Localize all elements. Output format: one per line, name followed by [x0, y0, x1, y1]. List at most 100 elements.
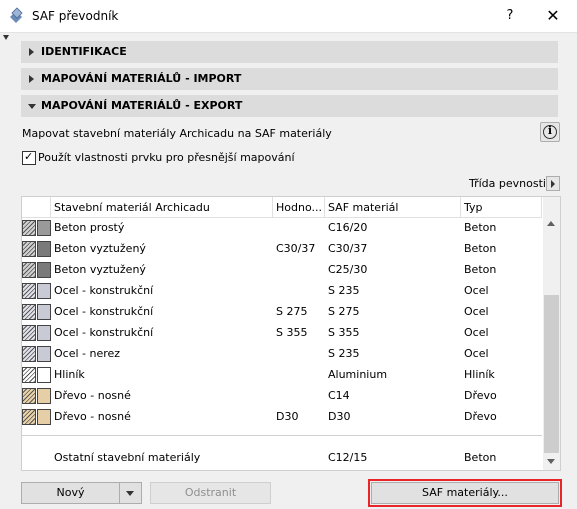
type-cell: Ocel: [464, 326, 489, 339]
table-row[interactable]: Ocel - konstrukční S 355 S 355 Ocel: [22, 322, 542, 343]
checkbox-label: Použít vlastnosti prvku pro přesnější ma…: [38, 151, 295, 164]
column-header-value[interactable]: Hodno...: [276, 201, 322, 214]
table-row[interactable]: Dřevo - nosné C14 Dřevo: [22, 385, 542, 406]
saf-cell: S 355: [328, 326, 360, 339]
table-row-other[interactable]: Ostatní stavební materiály C12/15 Beton: [22, 447, 542, 468]
value-cell: S 355: [276, 326, 308, 339]
saf-cell: C16/20: [328, 221, 368, 234]
sort-label: Třída pevnosti: [469, 177, 546, 190]
row-separator: [22, 435, 542, 436]
saf-cell: C14: [328, 389, 350, 402]
info-button[interactable]: i: [540, 122, 560, 142]
material-cell: Ocel - konstrukční: [54, 305, 154, 318]
hatch-pattern-icon: [22, 262, 36, 278]
material-cell: Beton vyztužený: [54, 242, 146, 255]
material-cell: Beton prostý: [54, 221, 125, 234]
section-label: IDENTIFIKACE: [41, 45, 127, 58]
type-cell: Dřevo: [464, 410, 497, 423]
window-title: SAF převodník: [32, 9, 119, 23]
table-row[interactable]: Hliník Aluminium Hliník: [22, 364, 542, 385]
table-row[interactable]: Ocel - konstrukční S 235 Ocel: [22, 280, 542, 301]
table-scrollbar[interactable]: [543, 197, 560, 470]
material-color-icon: [37, 388, 51, 404]
new-button[interactable]: Nový: [21, 482, 142, 504]
type-cell: Beton: [464, 451, 497, 464]
material-color-icon: [37, 262, 51, 278]
section-import[interactable]: MAPOVÁNÍ MATERIÁLŮ - IMPORT: [21, 68, 558, 90]
type-cell: Hliník: [464, 368, 495, 381]
table-row[interactable]: Beton prostý C16/20 Beton: [22, 217, 542, 238]
column-header-type[interactable]: Typ: [464, 201, 483, 214]
saf-cell: C12/15: [328, 451, 368, 464]
app-icon: [10, 7, 23, 23]
type-cell: Ocel: [464, 284, 489, 297]
materials-table: Stavební materiál Archicadu Hodno... SAF…: [21, 196, 561, 471]
saf-cell: Aluminium: [328, 368, 388, 381]
material-color-icon: [37, 325, 51, 341]
dropdown-arrow-icon[interactable]: [126, 491, 134, 496]
table-row[interactable]: Beton vyztužený C30/37 C30/37 Beton: [22, 238, 542, 259]
saf-cell: S 275: [328, 305, 360, 318]
checkmark-icon: ✓: [24, 150, 34, 163]
new-button-label: Nový: [56, 486, 85, 499]
collapse-arrow-icon[interactable]: [3, 35, 9, 40]
element-properties-checkbox[interactable]: ✓: [22, 150, 36, 165]
column-header-material[interactable]: Stavební materiál Archicadu: [54, 201, 210, 214]
material-cell: Ostatní stavební materiály: [54, 451, 201, 464]
table-row[interactable]: Ocel - nerez S 235 Ocel: [22, 343, 542, 364]
highlight-outline: [368, 479, 562, 507]
saf-cell: C30/37: [328, 242, 368, 255]
export-description: Mapovat stavební materiály Archicadu na …: [22, 127, 332, 140]
material-color-icon: [37, 241, 51, 257]
material-cell: Ocel - konstrukční: [54, 326, 154, 339]
value-cell: D30: [276, 410, 299, 423]
title-bar: SAF převodník ? ✕: [0, 0, 577, 33]
close-button[interactable]: ✕: [540, 4, 566, 28]
material-cell: Ocel - konstrukční: [54, 284, 154, 297]
remove-button[interactable]: Odstranit: [150, 482, 271, 504]
hatch-pattern-icon: [22, 367, 36, 383]
material-cell: Dřevo - nosné: [54, 410, 131, 423]
type-cell: Ocel: [464, 305, 489, 318]
hatch-pattern-icon: [22, 346, 36, 362]
hatch-pattern-icon: [22, 409, 36, 425]
sort-button[interactable]: [546, 176, 560, 191]
section-export[interactable]: MAPOVÁNÍ MATERIÁLŮ - EXPORT: [21, 95, 558, 117]
expand-right-icon: [29, 75, 34, 83]
type-cell: Ocel: [464, 347, 489, 360]
material-color-icon: [37, 346, 51, 362]
saf-cell: S 235: [328, 347, 360, 360]
column-header-saf[interactable]: SAF materiál: [328, 201, 398, 214]
table-row[interactable]: Dřevo - nosné D30 D30 Dřevo: [22, 406, 542, 427]
type-cell: Dřevo: [464, 389, 497, 402]
scroll-thumb[interactable]: [544, 295, 559, 453]
material-cell: Ocel - nerez: [54, 347, 121, 360]
material-cell: Dřevo - nosné: [54, 389, 131, 402]
material-color-icon: [37, 220, 51, 236]
saf-cell: D30: [328, 410, 351, 423]
play-icon: [551, 180, 555, 188]
section-identifikace[interactable]: IDENTIFIKACE: [21, 41, 558, 63]
hatch-pattern-icon: [22, 283, 36, 299]
type-cell: Beton: [464, 263, 497, 276]
help-button[interactable]: ?: [498, 4, 522, 28]
section-label: MAPOVÁNÍ MATERIÁLŮ - IMPORT: [41, 72, 242, 85]
material-cell: Hliník: [54, 368, 85, 381]
hatch-pattern-icon: [22, 241, 36, 257]
saf-cell: C25/30: [328, 263, 368, 276]
section-label: MAPOVÁNÍ MATERIÁLŮ - EXPORT: [41, 99, 243, 112]
scroll-down-icon[interactable]: [547, 459, 555, 464]
material-color-icon: [37, 409, 51, 425]
material-color-icon: [37, 367, 51, 383]
hatch-pattern-icon: [22, 325, 36, 341]
scroll-up-icon[interactable]: [547, 221, 555, 226]
hatch-pattern-icon: [22, 304, 36, 320]
material-color-icon: [37, 283, 51, 299]
material-cell: Beton vyztužený: [54, 263, 146, 276]
saf-cell: S 235: [328, 284, 360, 297]
type-cell: Beton: [464, 221, 497, 234]
table-header: Stavební materiál Archicadu Hodno... SAF…: [22, 197, 542, 218]
value-cell: S 275: [276, 305, 308, 318]
table-row[interactable]: Beton vyztužený C25/30 Beton: [22, 259, 542, 280]
table-row[interactable]: Ocel - konstrukční S 275 S 275 Ocel: [22, 301, 542, 322]
